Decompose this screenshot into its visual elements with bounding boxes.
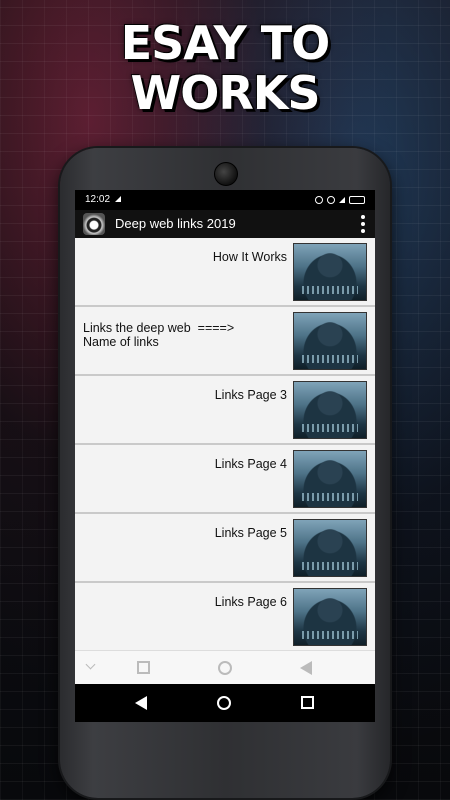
hacker-thumbnail-icon [293, 519, 367, 577]
overflow-menu-icon[interactable] [361, 215, 365, 233]
system-navigation-bar [75, 684, 375, 722]
promo-title-line1: ESAY TO [120, 16, 331, 70]
home-icon[interactable] [217, 696, 231, 710]
network-icon [339, 197, 345, 203]
app-bar: Deep web links 2019 [75, 210, 375, 238]
hacker-thumbnail-icon [293, 243, 367, 301]
hacker-thumbnail-icon [293, 588, 367, 646]
signal-icon [115, 190, 121, 210]
square-icon[interactable] [137, 661, 150, 674]
list-item-label-line1: Links the deep web ====> [83, 321, 235, 335]
list-item-label: Links Page 3 [214, 388, 287, 402]
hacker-thumbnail-icon [293, 312, 367, 370]
links-list: How It Works Links the deep web ====> Na… [75, 238, 375, 650]
status-time: 12:02 [85, 194, 111, 205]
promo-title: ESAY TO WORKS [0, 18, 450, 118]
recents-icon[interactable] [301, 696, 314, 709]
sync-icon [315, 196, 323, 204]
triangle-back-icon[interactable] [300, 661, 312, 675]
list-item-label-line2: Name of links [83, 335, 159, 349]
phone-speaker [214, 162, 238, 186]
hacker-thumbnail-icon [293, 450, 367, 508]
app-title: Deep web links 2019 [115, 216, 236, 231]
list-item-label: Links Page 4 [214, 457, 287, 471]
list-item-label: Links the deep web ====> Name of links [83, 321, 283, 349]
list-item-links-page-5[interactable]: Links Page 5 [75, 514, 375, 583]
inner-navigation-bar [75, 650, 375, 685]
list-item-name-of-links[interactable]: Links the deep web ====> Name of links [75, 307, 375, 376]
list-item-label: Links Page 5 [214, 526, 287, 540]
status-bar: 12:02 [75, 190, 375, 210]
chevron-down-icon[interactable] [85, 659, 96, 670]
list-item-links-page-6[interactable]: Links Page 6 [75, 583, 375, 650]
status-icons [315, 190, 365, 210]
app-logo-icon [83, 213, 105, 235]
circle-icon[interactable] [218, 661, 232, 675]
alarm-icon [327, 196, 335, 204]
list-item-how-it-works[interactable]: How It Works [75, 238, 375, 307]
back-icon[interactable] [135, 696, 147, 710]
list-item-label: How It Works [212, 250, 287, 264]
phone-frame: 12:02 Deep web links 2019 How It Works L… [60, 148, 390, 798]
list-item-links-page-3[interactable]: Links Page 3 [75, 376, 375, 445]
hacker-thumbnail-icon [293, 381, 367, 439]
battery-icon [349, 196, 365, 204]
list-item-label: Links Page 6 [214, 595, 287, 609]
list-item-links-page-4[interactable]: Links Page 4 [75, 445, 375, 514]
phone-screen: 12:02 Deep web links 2019 How It Works L… [75, 190, 375, 722]
promo-title-line2: WORKS [130, 66, 320, 120]
